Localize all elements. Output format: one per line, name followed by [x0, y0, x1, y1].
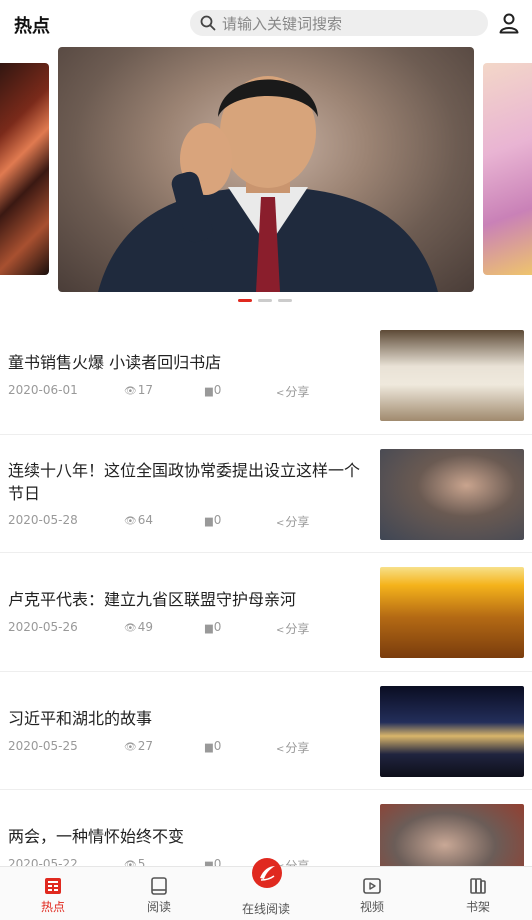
carousel-dot-1[interactable]: [238, 299, 252, 302]
book-icon: [151, 877, 167, 895]
app-screen: 热点 请输入关键词搜索 童书销售火爆 小读者回归书店 2020-06-01 👁1…: [0, 0, 532, 920]
share-icon: <: [276, 625, 285, 636]
comments-count[interactable]: ▆0: [205, 739, 221, 753]
news-meta: 2020-05-26 👁49 ▆0 <分享: [8, 620, 367, 636]
nav-item-read[interactable]: 阅读: [119, 867, 199, 920]
nav-item-online-reading[interactable]: 在线阅读: [226, 858, 306, 920]
news-title[interactable]: 卢克平代表：建立九省区联盟守护母亲河: [8, 588, 367, 611]
views-count: 👁49: [124, 620, 153, 634]
news-thumbnail[interactable]: [380, 685, 524, 777]
news-date: 2020-05-26: [8, 620, 78, 634]
news-meta: 2020-05-28 👁64 ▆0 <分享: [8, 513, 367, 529]
news-thumbnail[interactable]: [380, 567, 524, 658]
share-button[interactable]: <分享: [276, 383, 309, 400]
news-title[interactable]: 童书销售火爆 小读者回归书店: [8, 351, 367, 374]
share-icon: <: [276, 388, 285, 399]
nav-label: 阅读: [146, 900, 171, 914]
comments-count[interactable]: ▆0: [205, 383, 221, 397]
news-thumbnail[interactable]: [380, 330, 524, 421]
video-icon: [363, 878, 381, 894]
carousel-slide-current[interactable]: [58, 47, 474, 292]
news-meta: 2020-05-25 👁27 ▆0 <分享: [8, 739, 367, 755]
nav-item-bookshelf[interactable]: 书架: [438, 867, 518, 920]
share-button[interactable]: <分享: [276, 739, 309, 756]
comment-icon: ▆: [205, 386, 213, 397]
news-item[interactable]: 卢克平代表：建立九省区联盟守护母亲河 2020-05-26 👁49 ▆0 <分享: [0, 553, 532, 672]
carousel-slide-next[interactable]: [483, 63, 532, 275]
comment-icon: ▆: [205, 741, 213, 753]
news-item[interactable]: 童书销售火爆 小读者回归书店 2020-06-01 👁17 ▆0 <分享: [0, 316, 532, 435]
eye-icon: 👁: [124, 386, 137, 397]
search-bar[interactable]: 请输入关键词搜索: [190, 10, 488, 36]
nav-label: 书架: [465, 900, 490, 914]
news-title[interactable]: 习近平和湖北的故事: [8, 707, 367, 730]
bottom-nav: 热点 阅读 在线阅读 视频 书架: [0, 858, 532, 920]
news-icon: [45, 878, 61, 894]
page-title: 热点: [14, 16, 50, 37]
share-button[interactable]: <分享: [276, 513, 309, 530]
carousel-slide-previous[interactable]: [0, 63, 49, 275]
news-list: 童书销售火爆 小读者回归书店 2020-06-01 👁17 ▆0 <分享 连续十…: [0, 316, 532, 909]
nav-label: 热点: [40, 900, 65, 914]
eye-icon: 👁: [124, 623, 137, 634]
search-icon: [200, 15, 216, 31]
news-date: 2020-05-25: [8, 738, 78, 753]
carousel-indicator: [238, 299, 292, 302]
share-icon: <: [276, 743, 285, 755]
top-bar: 热点 请输入关键词搜索: [0, 0, 532, 46]
eye-icon: 👁: [124, 515, 137, 527]
comments-count[interactable]: ▆0: [205, 620, 221, 634]
banner-photo: [98, 76, 438, 292]
nav-item-hot[interactable]: 热点: [13, 867, 93, 920]
nav-label: 视频: [359, 900, 384, 914]
nav-label: 在线阅读: [241, 902, 290, 916]
comments-count[interactable]: ▆0: [205, 513, 221, 527]
carousel-dot-2[interactable]: [258, 299, 272, 302]
news-title[interactable]: 连续十八年！这位全国政协常委提出设立这样一个节日: [8, 459, 367, 505]
bookshelf-icon: [470, 878, 486, 894]
views-count: 👁64: [124, 512, 153, 527]
news-item[interactable]: 习近平和湖北的故事 2020-05-25 👁27 ▆0 <分享: [0, 672, 532, 790]
views-count: 👁27: [124, 738, 153, 753]
carousel-dot-3[interactable]: [278, 299, 292, 302]
news-title[interactable]: 两会，一种情怀始终不变: [8, 825, 367, 848]
views-count: 👁17: [124, 383, 153, 397]
news-item[interactable]: 连续十八年！这位全国政协常委提出设立这样一个节日 2020-05-28 👁64 …: [0, 435, 532, 553]
share-button[interactable]: <分享: [276, 620, 309, 637]
search-placeholder: 请输入关键词搜索: [222, 14, 343, 33]
profile-icon[interactable]: [498, 12, 520, 34]
logo-icon: [252, 858, 282, 888]
nav-item-video[interactable]: 视频: [332, 867, 412, 920]
eye-icon: 👁: [124, 741, 137, 753]
comment-icon: ▆: [205, 623, 213, 634]
comment-icon: ▆: [205, 515, 213, 527]
news-date: 2020-06-01: [8, 383, 78, 397]
news-thumbnail[interactable]: [380, 448, 524, 540]
banner-carousel[interactable]: [0, 47, 532, 302]
news-meta: 2020-06-01 👁17 ▆0 <分享: [8, 383, 367, 399]
share-icon: <: [276, 517, 285, 529]
news-date: 2020-05-28: [8, 512, 78, 527]
